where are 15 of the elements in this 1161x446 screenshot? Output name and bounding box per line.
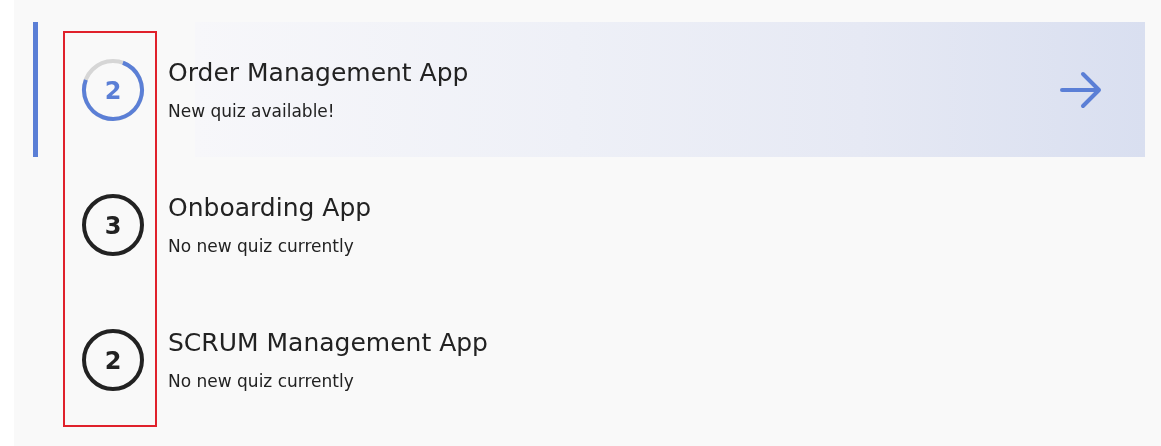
app-list-item[interactable]: 3 Onboarding App No new quiz currently (14, 157, 1145, 292)
quiz-status: No new quiz currently (168, 371, 355, 391)
app-title: Order Management App (168, 58, 469, 87)
progress-ring (82, 58, 144, 121)
app-list-item[interactable]: 2 SCRUM Management App No new quiz currently (14, 292, 1145, 427)
count-circle (82, 193, 144, 256)
arrow-right-icon[interactable] (1059, 69, 1103, 110)
quiz-count: 2 (104, 76, 122, 105)
count-circle (82, 328, 144, 391)
quiz-count: 3 (104, 211, 122, 240)
quiz-count: 2 (104, 346, 122, 375)
app-title: SCRUM Management App (168, 328, 488, 357)
quiz-status: No new quiz currently (168, 236, 355, 256)
app-title: Onboarding App (168, 193, 372, 222)
quiz-status: New quiz available! (168, 101, 336, 121)
